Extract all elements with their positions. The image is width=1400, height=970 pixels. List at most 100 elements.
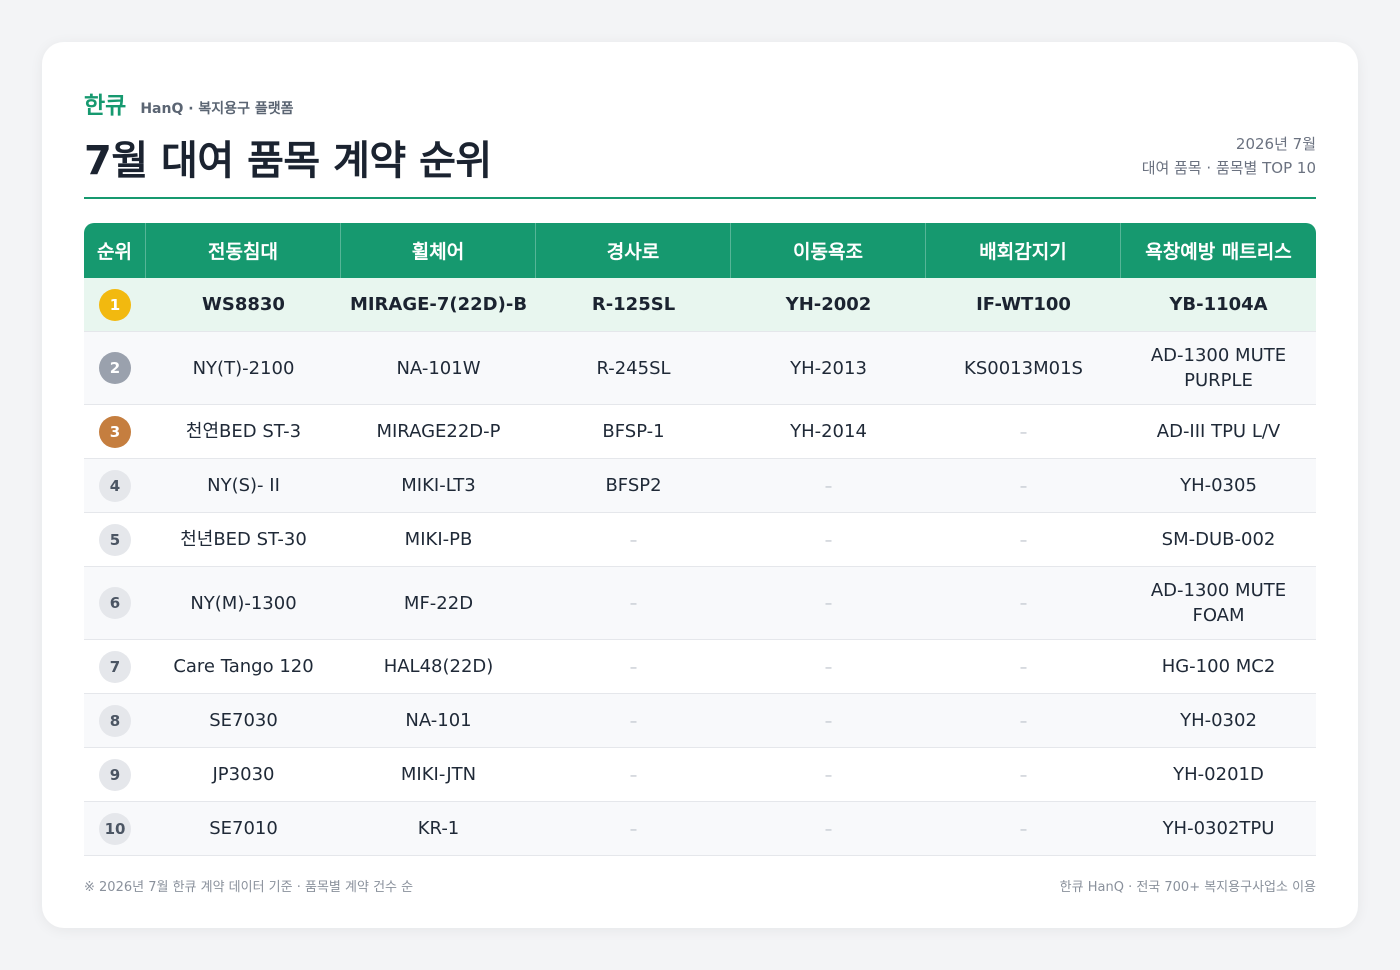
- item-cell: NY(T)-2100: [146, 332, 341, 405]
- item-cell: YH-2014: [731, 405, 926, 459]
- item-cell: –: [731, 694, 926, 748]
- model-name: SM-DUB-002: [1161, 529, 1276, 550]
- item-cell: SM-DUB-002: [1121, 513, 1316, 567]
- model-name: YB-1104A: [1169, 294, 1268, 315]
- column-header: 욕창예방 매트리스: [1121, 223, 1316, 278]
- empty-dash: –: [1019, 711, 1028, 730]
- item-cell: AD-1300 MUTE FOAM: [1121, 567, 1316, 640]
- item-cell: HAL48(22D): [341, 640, 536, 694]
- empty-dash: –: [629, 765, 638, 784]
- item-cell: –: [536, 513, 731, 567]
- empty-dash: –: [824, 765, 833, 784]
- title-divider: [84, 197, 1316, 199]
- item-cell: YH-0302: [1121, 694, 1316, 748]
- item-cell: –: [536, 748, 731, 802]
- rank-badge: 5: [99, 523, 131, 556]
- model-name: AD-1300 MUTE FOAM: [1150, 580, 1287, 626]
- empty-dash: –: [1019, 765, 1028, 784]
- footnote: ※ 2026년 7월 한큐 계약 데이터 기준 · 품목별 계약 건수 순: [84, 880, 414, 895]
- item-cell: 천년BED ST-30: [146, 513, 341, 567]
- column-header: 배회감지기: [926, 223, 1121, 278]
- model-name: NA-101W: [396, 357, 481, 379]
- model-name: 천년BED ST-30: [180, 529, 307, 550]
- table-header: 순위 전동침대 휠체어 경사로 이동욕조 배회감지기 욕창예방 매트리스: [84, 223, 1316, 278]
- empty-dash: –: [1019, 476, 1028, 495]
- empty-dash: –: [629, 594, 638, 612]
- model-name: KR-1: [417, 818, 460, 839]
- ranking-card: 한큐 HanQ · 복지용구 플랫폼 7월 대여 품목 계약 순위 2026년 …: [42, 42, 1358, 928]
- rank-badge: 6: [99, 587, 131, 619]
- item-cell: MIKI-JTN: [341, 748, 536, 802]
- rank-badge: 4: [99, 469, 131, 502]
- model-name: NA-101: [405, 710, 472, 731]
- item-cell: KR-1: [341, 802, 536, 856]
- table-row: 6 NY(M)-1300 MF-22D – – – AD-1300 MUTE FOAM: [84, 567, 1316, 640]
- item-cell: –: [926, 513, 1121, 567]
- item-cell: JP3030: [146, 748, 341, 802]
- item-cell: KS0013M01S: [926, 332, 1121, 405]
- model-name: KS0013M01S: [964, 357, 1083, 379]
- rank-badge: 8: [99, 704, 131, 737]
- rank-cell: 10: [84, 802, 146, 856]
- column-header: 전동침대: [146, 223, 341, 278]
- model-name: YH-2013: [790, 357, 867, 379]
- header-row: 순위 전동침대 휠체어 경사로 이동욕조 배회감지기 욕창예방 매트리스: [84, 223, 1316, 278]
- report-date: 2026년 7월: [1235, 135, 1316, 153]
- model-name: MIRAGE-7(22D)-B: [349, 294, 528, 315]
- item-cell: Care Tango 120: [146, 640, 341, 694]
- item-cell: –: [731, 640, 926, 694]
- item-cell: NY(M)-1300: [146, 567, 341, 640]
- item-cell: –: [926, 694, 1121, 748]
- item-cell: –: [926, 748, 1121, 802]
- model-name: YH-0302: [1180, 710, 1257, 731]
- item-cell: YH-2013: [731, 332, 926, 405]
- table-row: 8 SE7030 NA-101 – – – YH-0302: [84, 694, 1316, 748]
- table-row: 1 WS8830 MIRAGE-7(22D)-B R-125SL YH-2002 IF-W…: [84, 278, 1316, 332]
- column-header: 이동욕조: [731, 223, 926, 278]
- ranking-table: 순위 전동침대 휠체어 경사로 이동욕조 배회감지기 욕창예방 매트리스 1 WS8830 MI…: [84, 223, 1316, 856]
- item-cell: –: [731, 459, 926, 513]
- table-row: 2 NY(T)-2100 NA-101W R-245SL YH-2013 KS0013M0…: [84, 332, 1316, 405]
- empty-dash: –: [824, 530, 833, 549]
- item-cell: R-125SL: [536, 278, 731, 332]
- rank-badge: 1: [99, 288, 131, 321]
- model-name: Care Tango 120: [173, 656, 314, 677]
- model-name: YH-2002: [785, 294, 872, 315]
- model-name: 천연BED ST-3: [185, 421, 302, 442]
- model-name: SE7010: [209, 818, 278, 839]
- item-cell: YH-2002: [731, 278, 926, 332]
- item-cell: –: [926, 567, 1121, 640]
- item-cell: –: [926, 640, 1121, 694]
- empty-dash: –: [629, 819, 638, 838]
- item-cell: –: [731, 513, 926, 567]
- item-cell: –: [731, 748, 926, 802]
- rank-badge: 9: [99, 758, 131, 791]
- item-cell: MIRAGE22D-P: [341, 405, 536, 459]
- model-name: YH-0302TPU: [1162, 818, 1275, 839]
- model-name: BFSP-1: [602, 421, 665, 442]
- item-cell: AD-III TPU L/V: [1121, 405, 1316, 459]
- empty-dash: –: [1019, 819, 1028, 838]
- model-name: NY(S)- II: [207, 475, 280, 496]
- item-cell: –: [926, 459, 1121, 513]
- model-name: MIKI-PB: [404, 529, 473, 550]
- model-name: NY(T)-2100: [192, 357, 295, 379]
- empty-dash: –: [629, 711, 638, 730]
- rank-badge: 2: [99, 352, 131, 384]
- footer-credit: 한큐 HanQ · 전국 700+ 복지용구사업소 이용: [1059, 880, 1316, 895]
- column-header: 휠체어: [341, 223, 536, 278]
- item-cell: SE7010: [146, 802, 341, 856]
- item-cell: –: [731, 802, 926, 856]
- table-row: 10 SE7010 KR-1 – – – YH-0302TPU: [84, 802, 1316, 856]
- item-cell: NY(S)- II: [146, 459, 341, 513]
- empty-dash: –: [824, 594, 833, 612]
- model-name: HAL48(22D): [383, 656, 494, 677]
- item-cell: HG-100 MC2: [1121, 640, 1316, 694]
- item-cell: –: [536, 640, 731, 694]
- empty-dash: –: [629, 657, 638, 676]
- model-name: JP3030: [212, 764, 275, 785]
- report-meta: 2026년 7월 대여 품목 · 품목별 TOP 10: [1142, 132, 1316, 180]
- rank-cell: 2: [84, 332, 146, 405]
- model-name: NY(M)-1300: [190, 592, 297, 614]
- brand-row: 한큐 HanQ · 복지용구 플랫폼: [84, 86, 293, 119]
